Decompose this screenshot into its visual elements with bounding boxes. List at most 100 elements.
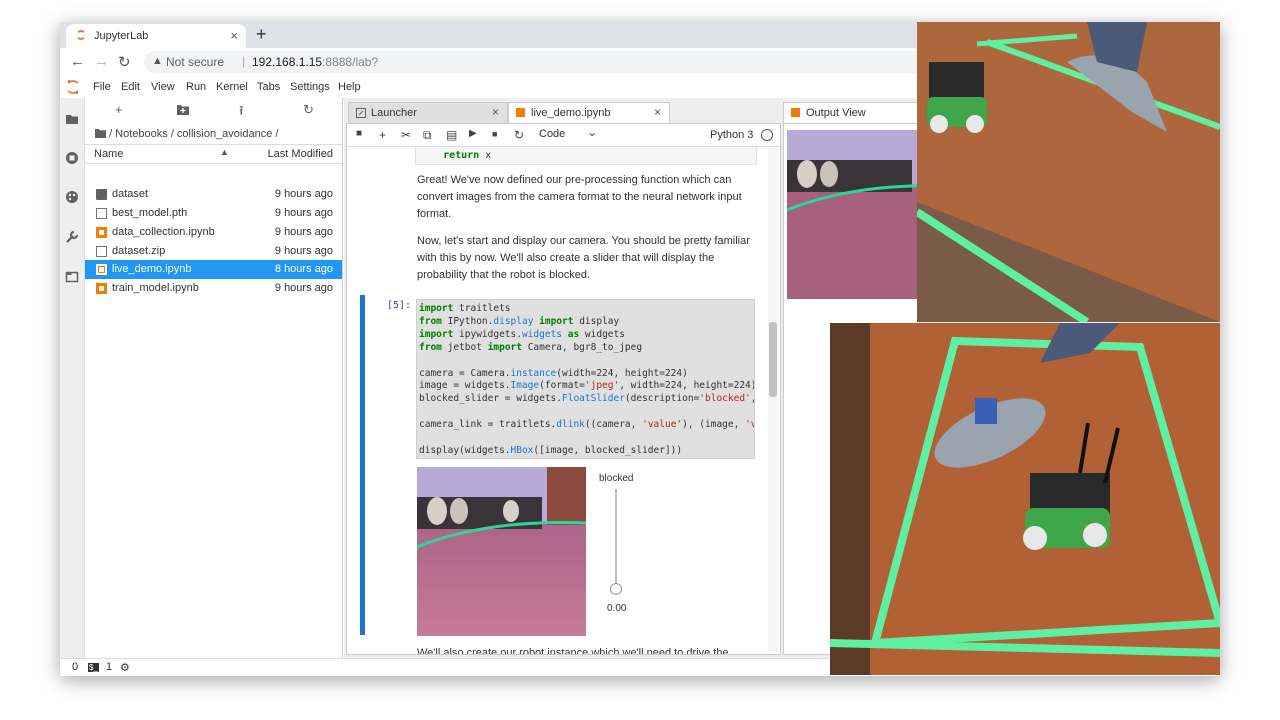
copy-icon[interactable]: ⧉ <box>423 128 432 143</box>
menu-settings[interactable]: Settings <box>290 81 330 93</box>
url-text: 192.168.1.15:8888/lab? <box>252 55 378 69</box>
robot-scene-image <box>917 22 1220 322</box>
cell-type-select[interactable]: Code <box>539 128 565 140</box>
notebook-panel: ■ + ✂ ⧉ ▤ ▶ ■ ↻ Code ⌄ Python 3 return x… <box>346 123 781 655</box>
code-cell-editor[interactable]: import traitlets from IPython.display im… <box>416 299 755 459</box>
restart-icon[interactable]: ↻ <box>514 128 524 142</box>
gear-icon[interactable]: ⚙ <box>120 661 130 674</box>
column-header-name[interactable]: Name <box>94 148 123 160</box>
omnibox-separator: | <box>242 54 246 68</box>
camera-output-image <box>417 467 586 636</box>
launcher-edit-icon <box>356 108 366 118</box>
new-launcher-icon[interactable]: + <box>115 102 123 117</box>
notebook-scrollbar[interactable] <box>768 147 778 652</box>
robot-arena-image <box>830 323 1220 675</box>
forward-button[interactable]: → <box>94 53 109 70</box>
back-button[interactable]: ← <box>70 53 85 70</box>
file-modified: 9 hours ago <box>274 188 333 200</box>
scrollbar-thumb[interactable] <box>769 322 777 397</box>
run-icon[interactable]: ▶ <box>469 128 477 139</box>
new-tab-button[interactable]: + <box>256 24 267 45</box>
file-row-data-collection[interactable]: data_collection.ipynb 9 hours ago <box>85 223 342 242</box>
tabs-icon[interactable] <box>65 270 79 284</box>
notebook-toolbar: ■ + ✂ ⧉ ▤ ▶ ■ ↻ Code ⌄ Python 3 <box>347 124 780 147</box>
palette-icon[interactable] <box>65 190 79 204</box>
sort-ascending-icon[interactable]: ▲ <box>220 147 229 157</box>
cut-icon[interactable]: ✂ <box>401 128 411 142</box>
browser-tab-jupyterlab[interactable]: JupyterLab × <box>66 24 246 48</box>
file-icon <box>96 246 107 257</box>
menu-tabs[interactable]: Tabs <box>257 81 280 93</box>
url-path: :8888/lab? <box>322 55 379 69</box>
tab-launcher[interactable]: Launcher × <box>348 102 508 123</box>
column-header-last-modified[interactable]: Last Modified <box>268 148 333 160</box>
file-browser-toolbar: + ⭱ ↻ <box>85 98 342 122</box>
markdown-cell-2[interactable]: Now, let's start and display our camera.… <box>417 233 757 284</box>
file-row-live-demo[interactable]: live_demo.ipynb 8 hours ago <box>85 260 342 279</box>
markdown-cell-3[interactable]: We'll also create our robot instance whi… <box>417 645 757 654</box>
tab-output-view[interactable]: Output View <box>783 102 919 123</box>
file-row-dataset-zip[interactable]: dataset.zip 9 hours ago <box>85 242 342 261</box>
file-name: train_model.ipynb <box>112 282 199 294</box>
file-name: dataset <box>112 188 149 200</box>
refresh-icon[interactable]: ↻ <box>303 102 314 118</box>
terminal-icon[interactable]: $_ <box>88 663 99 672</box>
menu-view[interactable]: View <box>151 81 175 93</box>
url-host: 192.168.1.15 <box>252 55 323 69</box>
blocked-slider-track[interactable] <box>615 489 617 584</box>
insert-cell-icon[interactable]: + <box>379 128 386 142</box>
file-modified: 9 hours ago <box>274 207 333 219</box>
kernel-count: 0 <box>72 661 79 673</box>
blocked-slider-handle[interactable] <box>610 583 622 595</box>
new-folder-icon[interactable] <box>177 104 189 115</box>
browser-tab-title: JupyterLab <box>94 30 149 42</box>
file-modified: 8 hours ago <box>274 263 333 275</box>
upload-icon[interactable]: ⭱ <box>239 102 244 124</box>
save-icon[interactable]: ■ <box>356 128 362 139</box>
tab-label: Launcher <box>371 107 417 119</box>
file-row-train-model[interactable]: train_model.ipynb 9 hours ago <box>85 279 342 298</box>
file-icon <box>96 208 107 219</box>
notebook-icon <box>791 108 800 117</box>
file-modified: 9 hours ago <box>274 245 333 257</box>
terminal-count: 1 <box>106 661 113 673</box>
execution-prompt: [5]: <box>387 300 412 311</box>
paste-icon[interactable]: ▤ <box>446 128 457 142</box>
file-name: data_collection.ipynb <box>112 226 215 238</box>
reload-button[interactable]: ↻ <box>118 53 131 71</box>
file-list-header: Name ▲ Last Modified <box>85 144 342 164</box>
code-text: return x <box>419 150 492 161</box>
notebook-icon <box>96 264 107 275</box>
wrench-icon[interactable] <box>65 230 79 244</box>
file-row-best-model[interactable]: best_model.pth 9 hours ago <box>85 204 342 223</box>
browser-tab-close-icon[interactable]: × <box>230 28 238 43</box>
tab-close-icon[interactable]: × <box>492 105 499 119</box>
tab-close-icon[interactable]: × <box>654 105 661 119</box>
menu-help[interactable]: Help <box>338 81 361 93</box>
file-name: live_demo.ipynb <box>112 263 192 275</box>
file-row-dataset[interactable]: dataset 9 hours ago <box>85 185 342 204</box>
tab-live-demo[interactable]: live_demo.ipynb × <box>508 102 670 123</box>
menu-edit[interactable]: Edit <box>121 81 140 93</box>
security-status-text: Not secure <box>166 55 225 69</box>
chevron-down-icon[interactable]: ⌄ <box>587 125 597 139</box>
circle-stop-icon[interactable] <box>65 151 79 165</box>
folder-icon[interactable] <box>65 112 79 126</box>
file-name: dataset.zip <box>112 245 166 257</box>
tab-label: Output View <box>806 107 866 119</box>
notebook-cells: return x Great! We've now defined our pr… <box>347 147 767 654</box>
active-cell-indicator <box>360 295 365 635</box>
file-name: best_model.pth <box>112 207 188 219</box>
breadcrumb-folder-icon[interactable] <box>95 129 106 138</box>
menu-run[interactable]: Run <box>186 81 206 93</box>
previous-code-cell[interactable]: return x <box>415 147 757 165</box>
jupyter-favicon-icon <box>76 30 86 40</box>
breadcrumb-path[interactable]: / Notebooks / collision_avoidance / <box>109 128 278 140</box>
kernel-status-icon <box>761 129 773 141</box>
stop-icon[interactable]: ■ <box>492 129 497 139</box>
markdown-cell-1[interactable]: Great! We've now defined our pre-process… <box>417 172 757 223</box>
kernel-name[interactable]: Python 3 <box>710 129 753 141</box>
breadcrumb[interactable]: / Notebooks / collision_avoidance / <box>95 128 278 140</box>
menu-file[interactable]: File <box>93 81 111 93</box>
menu-kernel[interactable]: Kernel <box>216 81 248 93</box>
